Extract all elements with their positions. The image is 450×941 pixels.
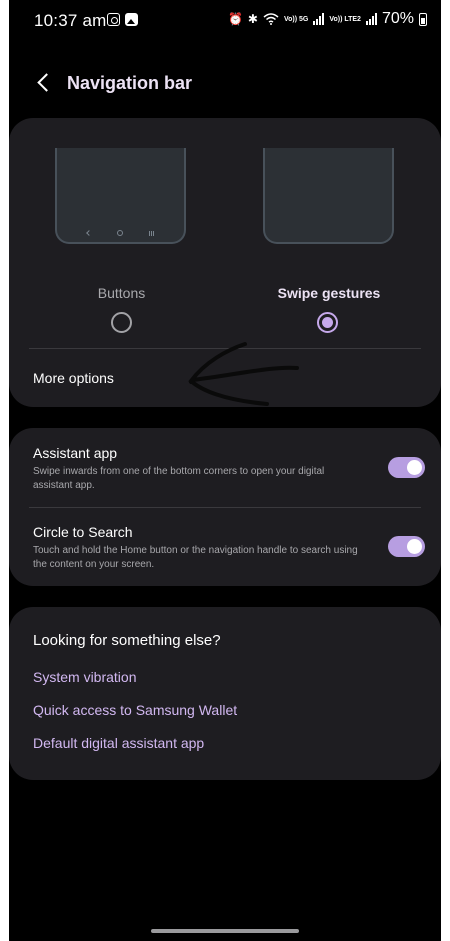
toggle-knob	[407, 460, 422, 475]
back-key-icon	[85, 230, 92, 236]
preview-nav-keys	[57, 230, 184, 236]
toggles-card: Assistant app Swipe inwards from one of …	[9, 428, 441, 586]
wifi-icon	[263, 13, 279, 25]
instagram-icon	[107, 13, 120, 26]
assistant-app-row[interactable]: Assistant app Swipe inwards from one of …	[33, 445, 425, 493]
status-left-icons	[107, 13, 138, 26]
alarm-icon: ⏰	[227, 12, 243, 26]
buttons-radio[interactable]	[111, 312, 132, 333]
swipe-gestures-preview[interactable]	[263, 148, 394, 244]
link-default-assistant[interactable]: Default digital assistant app	[33, 735, 204, 751]
circle-to-search-toggle[interactable]	[388, 536, 425, 557]
home-key-icon	[116, 230, 123, 236]
suggestions-heading: Looking for something else?	[33, 632, 221, 649]
network-type-2: Vo)) LTE2	[329, 15, 361, 23]
recents-key-icon	[148, 230, 155, 236]
divider	[29, 507, 421, 508]
link-system-vibration[interactable]: System vibration	[33, 669, 136, 685]
navigation-type-card: Buttons Swipe gestures More options	[9, 118, 441, 407]
assistant-app-toggle[interactable]	[388, 457, 425, 478]
network-type-1: Vo)) 5G	[283, 15, 309, 23]
header: Navigation bar	[9, 62, 441, 106]
gallery-icon	[125, 13, 138, 26]
buttons-option-label[interactable]: Buttons	[59, 285, 184, 301]
bluetooth-icon: ✱	[247, 12, 258, 26]
circle-to-search-row[interactable]: Circle to Search Touch and hold the Home…	[33, 524, 425, 572]
swipe-gestures-option-label[interactable]: Swipe gestures	[264, 285, 394, 301]
circle-to-search-description: Touch and hold the Home button or the na…	[33, 545, 358, 570]
screen: 10:37 am ⏰ ✱ Vo)) 5G Vo)) LTE2 70% Navig…	[9, 0, 441, 941]
status-time: 10:37 am	[34, 11, 107, 30]
link-samsung-wallet[interactable]: Quick access to Samsung Wallet	[33, 702, 237, 718]
status-right-icons: ⏰ ✱ Vo)) 5G Vo)) LTE2 70%	[228, 10, 427, 28]
battery-icon	[419, 12, 427, 26]
battery-percent: 70%	[381, 10, 414, 27]
assistant-app-description: Swipe inwards from one of the bottom cor…	[33, 466, 325, 491]
swipe-gestures-radio[interactable]	[317, 312, 338, 333]
home-indicator[interactable]	[151, 929, 299, 933]
assistant-app-title: Assistant app	[33, 445, 118, 461]
back-button[interactable]	[31, 70, 57, 98]
arrow-annotation-icon	[188, 342, 299, 406]
status-bar: 10:37 am ⏰ ✱ Vo)) 5G Vo)) LTE2 70%	[9, 0, 441, 42]
more-options-item[interactable]: More options	[33, 370, 114, 386]
buttons-preview[interactable]	[55, 148, 186, 244]
signal-icon	[365, 13, 377, 25]
signal-icon	[313, 13, 325, 25]
chevron-left-icon	[37, 73, 56, 92]
circle-to-search-title: Circle to Search	[33, 524, 133, 540]
suggestions-card: Looking for something else? System vibra…	[9, 607, 441, 780]
page-title: Navigation bar	[67, 73, 193, 93]
toggle-knob	[407, 539, 422, 554]
